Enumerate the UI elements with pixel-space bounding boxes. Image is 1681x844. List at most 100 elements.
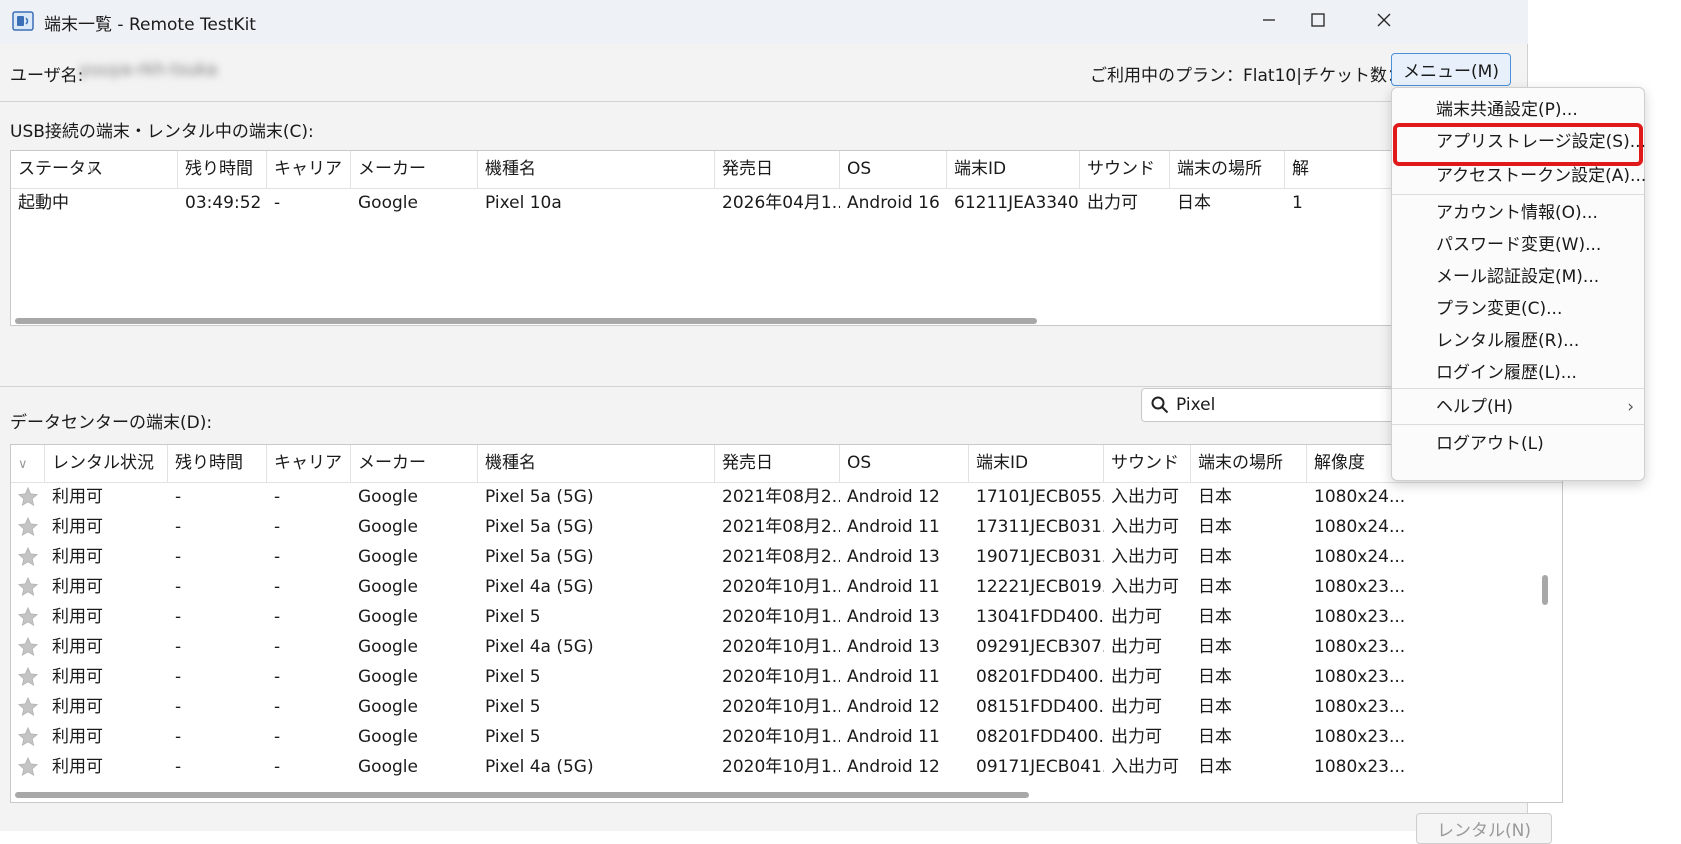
vertical-scrollbar[interactable] [1542,575,1548,605]
table-cell: 2020年10月1... [722,667,840,687]
column-header[interactable]: サウンド [1080,151,1170,188]
table-cell: Google [358,667,418,687]
table-cell: Google [358,757,418,777]
table-cell: Android 11 [847,517,940,537]
table-cell: 出力可 [1111,697,1162,717]
star-icon[interactable] [17,666,39,688]
table-cell: 利用可 [52,607,103,627]
menu-item[interactable]: ヘルプ(H) › [1392,391,1644,423]
table-cell: - [175,577,182,597]
table-cell: Android 13 [847,607,940,627]
column-header[interactable]: 発売日 [715,151,840,188]
table-row[interactable]: 利用可 - - Google Pixel 5 2020年10月1... Android 12… [11,692,1562,722]
rent-button[interactable]: レンタル(N) [1416,813,1552,844]
table-cell: 2020年10月1... [722,637,840,657]
chevron-right-icon: › [1627,397,1634,417]
star-icon[interactable] [17,486,39,508]
table-cell: 2021年08月2... [722,547,840,567]
menu-button[interactable]: メニュー(M) [1391,53,1511,86]
search-input[interactable]: Pixel [1141,388,1401,422]
close-button[interactable] [1351,0,1417,40]
table-cell: - [175,637,182,657]
star-icon[interactable] [17,756,39,778]
table-row[interactable]: 利用可 - - Google Pixel 5a (5G) 2021年08月2... Andr… [11,512,1562,542]
menu-item[interactable]: レンタル履歴(R)... [1392,325,1644,357]
menu-item[interactable]: ログアウト(L) [1392,428,1644,460]
menu-item[interactable]: パスワード変更(W)... [1392,229,1644,261]
table-cell: 出力可 [1111,667,1162,687]
star-icon[interactable] [17,576,39,598]
column-header[interactable]: ステータス ∨ [11,151,178,188]
column-header[interactable]: 端末ID [947,151,1080,188]
column-header[interactable]: 機種名 [478,445,715,482]
table-cell: 利用可 [52,487,103,507]
column-header[interactable]: 端末の場所 [1191,445,1307,482]
table-row[interactable]: 利用可 - - Google Pixel 4a (5G) 2020年10月1... Andr… [11,752,1562,782]
window-title: 端末一覧 - Remote TestKit [44,15,256,35]
table-cell: 17311JECB031... [976,517,1104,537]
star-icon[interactable] [17,546,39,568]
table-row[interactable]: 利用可 - - Google Pixel 5 2020年10月1... Android 13… [11,602,1562,632]
menu-item[interactable]: プラン変更(C)... [1392,293,1644,325]
menu-item[interactable]: メール認証設定(M)... [1392,261,1644,293]
table-cell: 61211JEA3340... [954,193,1080,213]
table-row[interactable]: 利用可 - - Google Pixel 5 2020年10月1... Android 11… [11,722,1562,752]
table-row[interactable]: 利用可 - - Google Pixel 4a (5G) 2020年10月1... Andr… [11,632,1562,662]
table-cell: 利用可 [52,667,103,687]
table-cell: - [274,637,281,657]
star-icon[interactable] [17,636,39,658]
table-cell: - [274,727,281,747]
star-icon[interactable] [17,606,39,628]
table-cell: Google [358,193,418,213]
table-cell: Pixel 5a (5G) [485,487,594,507]
column-header[interactable]: OS [840,151,947,188]
favorite-column-header[interactable]: ∨ [11,445,45,482]
menu-item[interactable]: アカウント情報(O)... [1392,197,1644,229]
star-icon[interactable] [17,516,39,538]
table-row[interactable]: 利用可 - - Google Pixel 4a (5G) 2020年10月1... Andr… [11,572,1562,602]
datacenter-device-table: ∨ レンタル状況 残り時間 キャリア メーカー 機種名 発売日 OS 端末ID サウンド 端末の場所… [10,444,1563,803]
horizontal-scrollbar[interactable] [15,792,1029,798]
column-header[interactable]: キャリア [267,445,351,482]
table-cell: 利用可 [52,637,103,657]
menu-item[interactable]: 端末共通設定(P)... [1392,94,1644,126]
table-row[interactable]: 利用可 - - Google Pixel 5 2020年10月1... Android 11… [11,662,1562,692]
table-cell: 利用可 [52,727,103,747]
table-cell: - [274,577,281,597]
column-header[interactable]: 端末の場所 [1170,151,1285,188]
table-cell: Android 11 [847,577,940,597]
column-header[interactable]: 発売日 [715,445,840,482]
column-header[interactable]: キャリア [267,151,351,188]
maximize-button[interactable] [1285,0,1351,40]
table-cell: 09171JECB041... [976,757,1104,777]
star-icon[interactable] [17,696,39,718]
table-cell: 利用可 [52,517,103,537]
column-header[interactable]: メーカー [351,445,478,482]
table-cell: 08201FDD400... [976,727,1104,747]
table-cell: - [175,517,182,537]
column-header[interactable]: 端末ID [969,445,1104,482]
horizontal-scrollbar[interactable] [15,318,1037,324]
table-cell: 入出力可 [1111,547,1179,567]
table-row[interactable]: 起動中 03:49:52- Google Pixel 10a 2026年04月1... A… [11,188,1427,218]
column-header[interactable]: 機種名 [478,151,715,188]
table-cell: 2020年10月1... [722,727,840,747]
table-cell: - [175,727,182,747]
table-cell: 入出力可 [1111,517,1179,537]
table-row[interactable]: 利用可 - - Google Pixel 5a (5G) 2021年08月2... Andr… [11,482,1562,512]
menu-item-label: ヘルプ(H) [1436,397,1514,417]
table-cell: 日本 [1198,697,1232,717]
column-header[interactable]: メーカー [351,151,478,188]
column-header[interactable]: レンタル状況 [45,445,168,482]
table-row[interactable]: 利用可 - - Google Pixel 5a (5G) 2021年08月2... Andr… [11,542,1562,572]
column-header[interactable]: OS [840,445,969,482]
star-icon[interactable] [17,726,39,748]
table-cell: 日本 [1198,517,1232,537]
table-cell: Pixel 4a (5G) [485,757,594,777]
column-header[interactable]: サウンド [1104,445,1191,482]
column-header[interactable]: 残り時間 [168,445,267,482]
column-header[interactable]: 残り時間 [178,151,267,188]
menu-item-label: ログアウト(L) [1436,434,1544,454]
menu-item[interactable]: ログイン履歴(L)... [1392,357,1644,389]
table-header: ステータス ∨ 残り時間 キャリア メーカー 機種名 発売日 OS 端末ID サウンド 端末の場所解 [11,151,1427,189]
